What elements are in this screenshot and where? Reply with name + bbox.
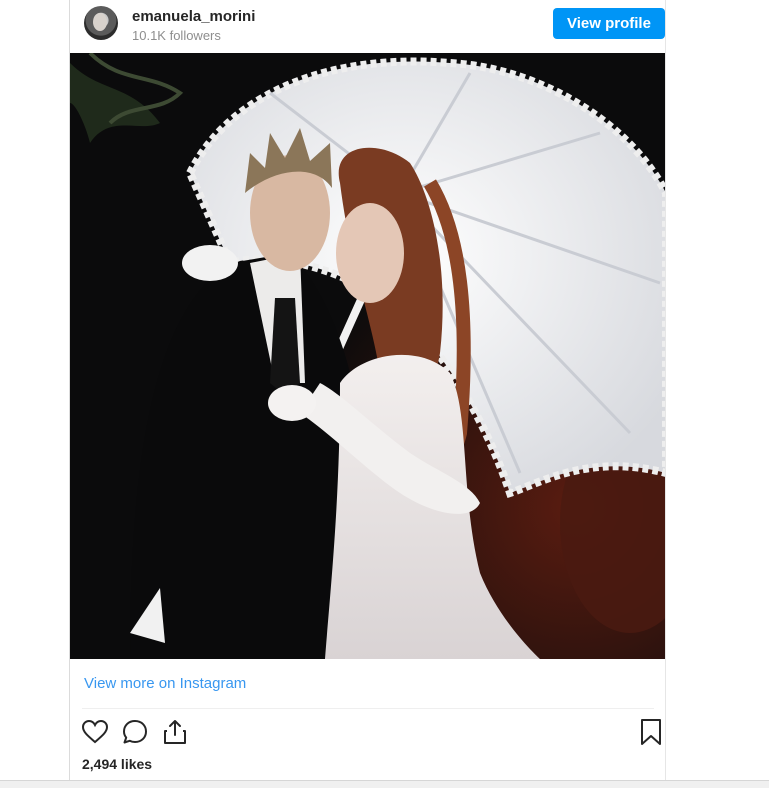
instagram-embed: emanuela_morini 10.1K followers View pro…	[69, 0, 666, 787]
like-button[interactable]	[80, 717, 110, 747]
avatar[interactable]	[84, 6, 118, 40]
bookmark-icon	[641, 719, 661, 745]
view-profile-button[interactable]: View profile	[553, 8, 665, 39]
heart-icon	[81, 719, 109, 744]
follower-count: 10.1K followers	[132, 28, 221, 43]
save-button[interactable]	[636, 717, 666, 747]
view-more-on-instagram-link[interactable]: View more on Instagram	[84, 675, 246, 692]
share-button[interactable]	[160, 717, 190, 747]
comment-icon	[123, 720, 147, 744]
like-count: 2,494 likes	[82, 756, 153, 772]
username[interactable]: emanuela_morini	[132, 8, 255, 25]
page-right-border	[665, 0, 666, 787]
share-icon	[164, 720, 186, 744]
divider	[82, 708, 654, 709]
post-photo[interactable]	[70, 53, 666, 659]
post-header: emanuela_morini 10.1K followers View pro…	[70, 0, 666, 52]
comment-button[interactable]	[120, 717, 150, 747]
post-photo-illustration	[70, 53, 666, 659]
